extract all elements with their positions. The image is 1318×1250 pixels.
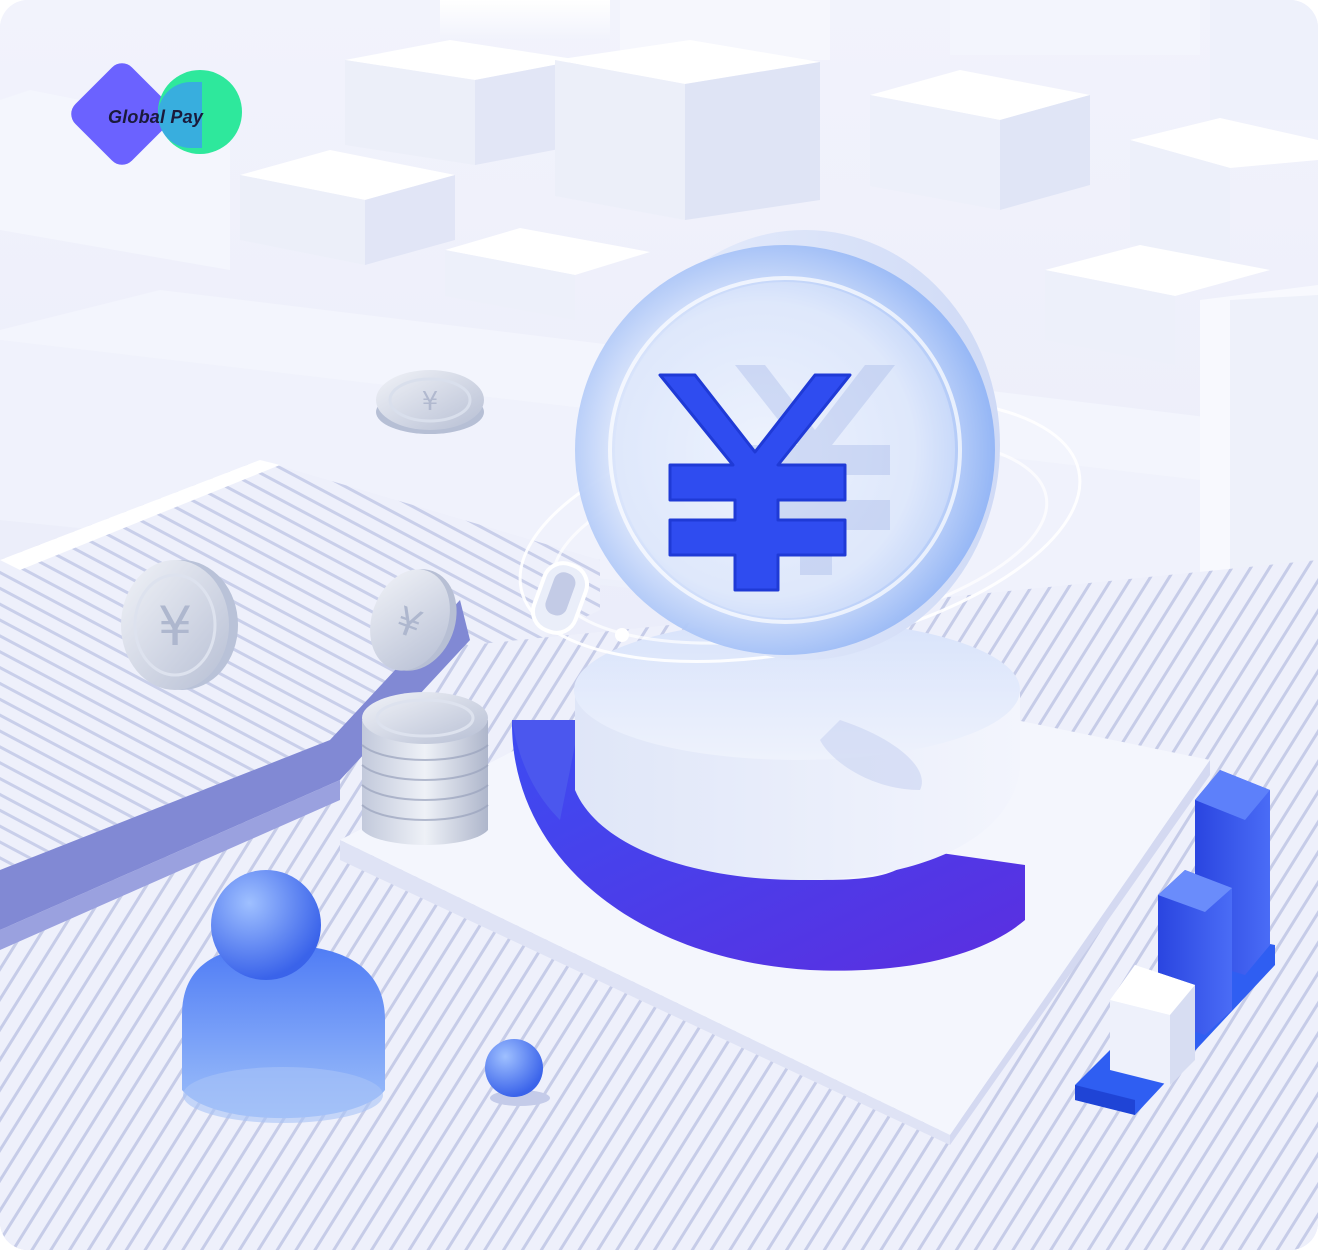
svg-text:¥: ¥: [158, 595, 192, 658]
silver-coin-flat: ¥: [376, 370, 484, 434]
silver-coin-standing: ¥: [121, 560, 238, 690]
isometric-scene: ¥ ¥ ¥: [0, 0, 1318, 1250]
brand-name: Global Pay: [108, 107, 204, 127]
global-pay-logo: Global Pay: [65, 57, 244, 178]
illustration-card: ¥ ¥ ¥ Global Pay: [0, 0, 1318, 1250]
svg-text:¥: ¥: [422, 387, 439, 417]
